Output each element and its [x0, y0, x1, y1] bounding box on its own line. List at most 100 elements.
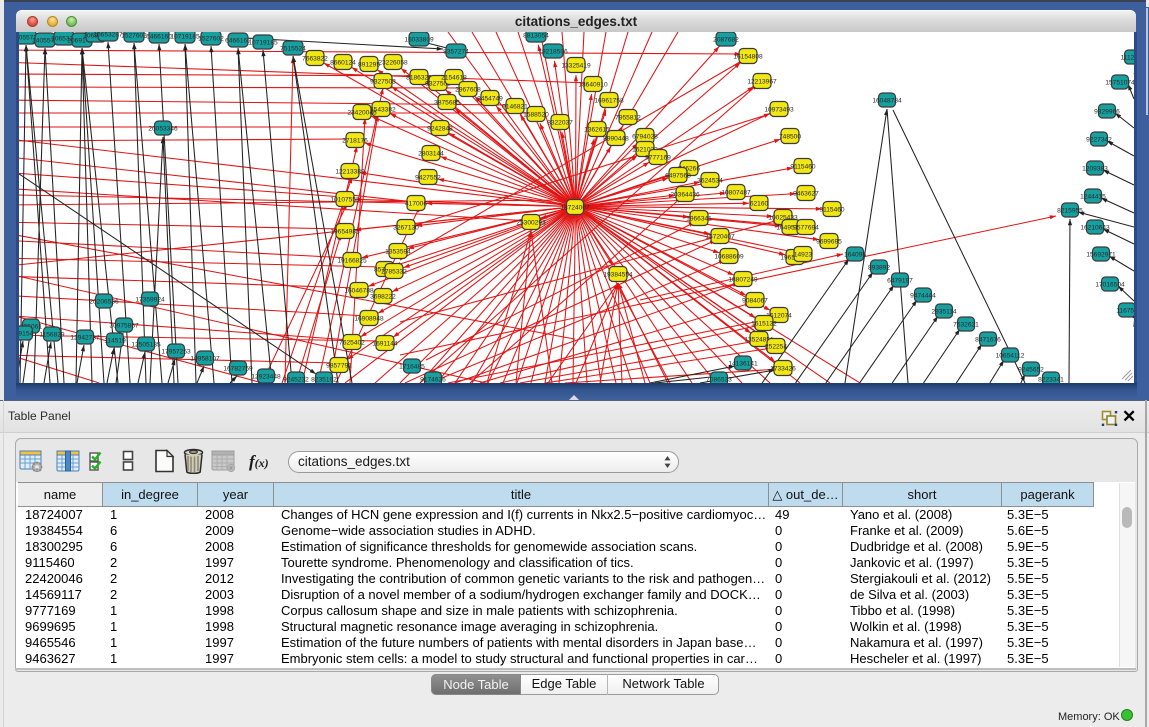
- svg-text:16908948: 16908948: [354, 316, 384, 323]
- svg-text:6794028: 6794028: [632, 134, 658, 141]
- svg-text:9474444: 9474444: [910, 293, 936, 300]
- svg-text:1733426: 1733426: [770, 366, 796, 373]
- svg-text:6479197: 6479197: [887, 278, 913, 285]
- svg-text:25300293: 25300293: [516, 220, 546, 227]
- svg-text:20206536: 20206536: [89, 299, 119, 306]
- svg-text:417006: 417006: [405, 201, 427, 208]
- svg-text:893892: 893892: [868, 265, 890, 272]
- svg-text:17016504: 17016504: [1095, 282, 1125, 289]
- svg-text:16154808: 16154808: [733, 54, 763, 61]
- svg-text:14136141: 14136141: [728, 361, 758, 368]
- svg-text:17957253: 17957253: [161, 349, 191, 356]
- svg-text:6466160: 6466160: [146, 34, 172, 41]
- svg-text:16033809: 16033809: [404, 37, 434, 44]
- svg-text:15751074: 15751074: [1105, 80, 1134, 87]
- svg-text:7955812: 7955812: [615, 115, 641, 122]
- svg-text:8322037: 8322037: [547, 120, 573, 127]
- svg-text:9115460: 9115460: [790, 164, 816, 171]
- svg-text:2154618: 2154618: [441, 75, 467, 82]
- svg-text:12213389: 12213389: [335, 169, 365, 176]
- svg-text:3698222: 3698222: [370, 294, 396, 301]
- svg-text:14923: 14923: [794, 252, 813, 259]
- svg-text:1588520: 1588520: [523, 112, 549, 119]
- svg-text:15720407: 15720407: [705, 234, 735, 241]
- svg-text:1362615: 1362615: [584, 127, 610, 134]
- svg-text:6466160: 6466160: [225, 38, 251, 45]
- svg-text:18807249: 18807249: [728, 277, 758, 284]
- svg-text:9084067: 9084067: [742, 298, 768, 305]
- svg-text:9463627: 9463627: [793, 191, 819, 198]
- svg-text:19218506: 19218506: [538, 49, 568, 56]
- svg-text:10654112: 10654112: [996, 353, 1025, 360]
- svg-text:9227342: 9227342: [1086, 137, 1112, 144]
- svg-text:252254: 252254: [765, 344, 787, 351]
- svg-text:9699695: 9699695: [816, 239, 842, 246]
- svg-text:9577694: 9577694: [793, 225, 819, 232]
- svg-text:1244415: 1244415: [1080, 194, 1106, 201]
- svg-text:1527602: 1527602: [198, 36, 224, 43]
- svg-text:3875685: 3875685: [434, 100, 460, 107]
- svg-text:16961758: 16961758: [594, 98, 624, 105]
- svg-text:1615132: 1615132: [751, 321, 777, 328]
- svg-text:7515524: 7515524: [280, 46, 306, 53]
- svg-text:10719185: 10719185: [170, 34, 200, 41]
- svg-text:19166825: 19166825: [337, 258, 367, 265]
- svg-text:16048784: 16048784: [872, 98, 902, 105]
- svg-text:9146821: 9146821: [502, 104, 528, 111]
- svg-text:1691144: 1691144: [372, 341, 398, 348]
- svg-text:1353594: 1353594: [385, 249, 411, 256]
- svg-text:10688609: 10688609: [714, 254, 744, 261]
- svg-text:7625402: 7625402: [339, 340, 365, 347]
- svg-text:9245652: 9245652: [1018, 367, 1044, 374]
- svg-text:2935114: 2935114: [931, 309, 957, 316]
- svg-text:19654985: 19654985: [330, 229, 360, 236]
- svg-text:8454749: 8454749: [477, 96, 503, 103]
- svg-text:1209383: 1209383: [1082, 166, 1108, 173]
- svg-text:62160: 62160: [750, 201, 769, 208]
- svg-text:17359924: 17359924: [135, 297, 165, 304]
- svg-text:2785332: 2785332: [381, 269, 407, 276]
- svg-text:16782759: 16782759: [223, 366, 253, 373]
- svg-text:18640910: 18640910: [578, 82, 608, 89]
- svg-text:9857791: 9857791: [326, 363, 352, 370]
- svg-text:12923448: 12923448: [251, 374, 281, 381]
- svg-text:20053346: 20053346: [148, 126, 178, 133]
- svg-text:12505135: 12505135: [131, 342, 161, 349]
- svg-text:10973493: 10973493: [764, 107, 794, 114]
- svg-text:13325419: 13325419: [561, 63, 591, 70]
- svg-text:23226058: 23226058: [378, 60, 408, 67]
- svg-text:2803144: 2803144: [418, 151, 444, 158]
- svg-text:9242848: 9242848: [427, 126, 453, 133]
- svg-text:8813054: 8813054: [523, 33, 549, 40]
- svg-text:12213967: 12213967: [747, 79, 777, 86]
- svg-text:18724007: 18724007: [560, 205, 590, 212]
- svg-text:8990448: 8990448: [603, 136, 629, 143]
- svg-text:8660124: 8660124: [330, 60, 356, 67]
- svg-text:2718176: 2718176: [342, 138, 368, 145]
- svg-text:8215955: 8215955: [1057, 208, 1083, 215]
- svg-text:2087682: 2087682: [713, 37, 739, 44]
- svg-text:19384554: 19384554: [603, 272, 633, 279]
- svg-text:9329966: 9329966: [1094, 109, 1120, 116]
- svg-text:9427552: 9427552: [415, 175, 441, 182]
- svg-text:10958107: 10958107: [190, 356, 220, 363]
- svg-text:2967608: 2967608: [455, 87, 481, 94]
- svg-text:1966341: 1966341: [686, 216, 712, 223]
- svg-text:3267130: 3267130: [393, 225, 419, 232]
- svg-text:3624534: 3624534: [697, 178, 723, 185]
- svg-text:7663822: 7663822: [302, 56, 328, 63]
- svg-text:1156829: 1156829: [39, 332, 65, 339]
- svg-text:8471676: 8471676: [975, 337, 1001, 344]
- svg-text:9327503: 9327503: [370, 79, 396, 86]
- svg-text:7632621: 7632621: [953, 322, 979, 329]
- svg-text:12942737: 12942737: [70, 335, 100, 342]
- svg-text:20364436: 20364436: [670, 192, 700, 199]
- svg-text:116753: 116753: [1116, 308, 1134, 315]
- svg-text:6497568: 6497568: [665, 173, 691, 180]
- svg-text:10107553: 10107553: [330, 197, 360, 204]
- svg-text:1112842: 1112842: [1121, 55, 1134, 62]
- svg-text:891295: 891295: [358, 62, 380, 69]
- svg-text:10719185: 10719185: [248, 40, 278, 47]
- svg-text:748500: 748500: [779, 134, 801, 141]
- svg-text:114519: 114519: [104, 338, 126, 345]
